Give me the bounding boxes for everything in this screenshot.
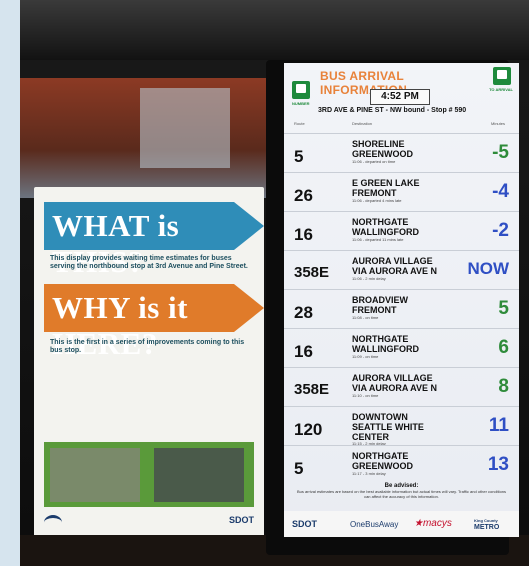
- bus-icon-label: NUMBER: [292, 101, 310, 106]
- arrival-row: 26 E GREEN LAKE FREMONT 11:06 - departed 4 …: [284, 172, 519, 216]
- destination-line-1: AURORA VILLAGE: [352, 256, 433, 266]
- destination-line-2: GREENWOOD: [352, 149, 414, 159]
- destination-line-1: DOWNTOWN: [352, 412, 408, 422]
- arrival-status: 11:17 - 3 min delay: [352, 471, 386, 476]
- arrival-row: 5 SHORELINE GREENWOOD 11:06 - departed on t…: [284, 133, 519, 177]
- route-number: 16: [294, 342, 313, 361]
- destination-line-1: BROADVIEW: [352, 295, 408, 305]
- minutes-to-arrival: NOW: [467, 259, 509, 278]
- why-is-it-here-banner: WHY is it HERE?: [44, 284, 264, 361]
- poster-text-1: This display provides waiting time estim…: [50, 255, 248, 270]
- route-number: 5: [294, 147, 304, 166]
- destination-line-2: WALLINGFORD: [352, 227, 419, 237]
- route-number: 16: [294, 225, 313, 244]
- col-route-header: Route: [294, 121, 305, 126]
- poster-sdot-logo: SDOT: [228, 515, 254, 525]
- destination-line-1: AURORA VILLAGE: [352, 373, 433, 383]
- destination-line-2: WALLINGFORD: [352, 344, 419, 354]
- destination: AURORA VILLAGE VIA AURORA AVE N: [352, 373, 472, 393]
- destination: AURORA VILLAGE VIA AURORA AVE N: [352, 256, 472, 276]
- minutes-to-arrival: 6: [498, 337, 509, 358]
- minutes-to-arrival: 8: [498, 376, 509, 397]
- arrival-row: 28 BROADVIEW FREMONT 11:08 - on time 5: [284, 289, 519, 333]
- destination-line-2: SEATTLE WHITE: [352, 422, 424, 432]
- macys-logo: ★macys: [414, 518, 452, 529]
- metro-logo-line1: King County: [474, 518, 498, 523]
- arrival-status: 11:06 - 2 min delay: [352, 276, 386, 281]
- arrival-status: 11:09 - on time: [352, 354, 379, 359]
- advisory: Be advised: Bus arrival estimates are ba…: [294, 483, 509, 499]
- arrival-row: 120 DOWNTOWN SEATTLE WHITE CENTER 11:15 - 2 …: [284, 406, 519, 450]
- minutes-to-arrival: 11: [488, 415, 509, 436]
- route-number: 28: [294, 303, 313, 322]
- destination: SHORELINE GREENWOOD: [352, 139, 472, 159]
- destination-line-2: VIA AURORA AVE N: [352, 383, 438, 393]
- arrival-status: 11:06 - departed 11 mins late: [352, 237, 404, 242]
- arrival-row: 358E AURORA VILLAGE VIA AURORA AVE N 11:10 …: [284, 367, 519, 411]
- sign-header: NUMBER TO ARRIVAL BUS ARRIVAL INFORMATIO…: [284, 63, 519, 127]
- destination: E GREEN LAKE FREMONT: [352, 178, 472, 198]
- destination-line-1: E GREEN LAKE: [352, 178, 420, 188]
- stop-name: 3RD AVE & PINE ST - NW bound - Stop # 59…: [318, 107, 467, 114]
- poster-photo-strip: [44, 442, 254, 507]
- what-is-this-banner: WHAT is THIS?: [44, 202, 264, 279]
- bus-stop-photo: [154, 448, 244, 502]
- route-number: 5: [294, 459, 304, 478]
- aerial-photo: [50, 448, 140, 502]
- minutes-to-arrival: 13: [487, 454, 509, 475]
- arrival-status: 11:10 - on time: [352, 393, 379, 398]
- route-number: 26: [294, 186, 313, 205]
- bus-shelter-awning: [20, 0, 529, 60]
- minutes-to-arrival: -4: [492, 181, 509, 202]
- bus-arrival-icon: [493, 67, 511, 85]
- arrival-status: 11:08 - on time: [352, 315, 379, 320]
- onebusaway-logo: OneBusAway: [350, 520, 399, 529]
- arrival-status: 11:06 - departed on time: [352, 159, 396, 164]
- destination-line-2: VIA AURORA AVE N: [352, 266, 438, 276]
- metro-logo-line2: METRO: [474, 524, 500, 531]
- arrival-row: 358E AURORA VILLAGE VIA AURORA AVE N 11:06 …: [284, 250, 519, 294]
- arrival-sign-screen: NUMBER TO ARRIVAL BUS ARRIVAL INFORMATIO…: [284, 63, 519, 537]
- destination: NORTHGATE GREENWOOD: [352, 451, 472, 471]
- minutes-to-arrival: 5: [498, 298, 509, 319]
- agency-logo-icon: [44, 515, 62, 530]
- arrival-row: 16 NORTHGATE WALLINGFORD 11:09 - on time 6: [284, 328, 519, 372]
- destination-line-1: SHORELINE: [352, 139, 405, 149]
- destination-line-2: GREENWOOD: [352, 461, 414, 471]
- current-time: 4:52 PM: [370, 89, 430, 105]
- advisory-text: Bus arrival estimates are based on the b…: [296, 489, 507, 499]
- col-destination-header: Destination: [352, 121, 373, 126]
- sdot-logo: SDOT: [292, 519, 318, 529]
- destination-line-1: NORTHGATE: [352, 451, 409, 461]
- destination-line-2: FREMONT: [352, 305, 397, 315]
- route-number: 358E: [294, 264, 330, 281]
- arrival-status: 11:06 - departed 4 mins late: [352, 198, 402, 203]
- arrival-row: 16 NORTHGATE WALLINGFORD 11:06 - departed 1…: [284, 211, 519, 255]
- destination-line-1: NORTHGATE: [352, 217, 409, 227]
- poster-logos: SDOT: [44, 515, 254, 531]
- street-view-through-window: [20, 78, 270, 198]
- destination-line-2: FREMONT: [352, 188, 397, 198]
- minutes-to-arrival: -2: [492, 220, 509, 241]
- info-poster: WHAT is THIS? This display provides wait…: [34, 187, 264, 537]
- king-county-metro-logo: King County METRO: [474, 517, 499, 531]
- minutes-to-arrival: -5: [492, 142, 509, 163]
- destination-line-1: NORTHGATE: [352, 334, 409, 344]
- route-number: 358E: [294, 381, 330, 398]
- arrival-icon-label: TO ARRIVAL: [489, 87, 513, 92]
- route-number: 120: [294, 420, 323, 439]
- destination: NORTHGATE WALLINGFORD: [352, 217, 472, 237]
- destination: BROADVIEW FREMONT: [352, 295, 472, 315]
- destination: NORTHGATE WALLINGFORD: [352, 334, 472, 354]
- bus-icon: [292, 81, 310, 99]
- poster-text-2: This is the first in a series of improve…: [50, 339, 245, 354]
- destination: DOWNTOWN SEATTLE WHITE CENTER: [352, 412, 472, 442]
- sponsor-footer: SDOT OneBusAway ★macys King County METRO: [284, 511, 519, 537]
- col-minutes-header: Minutes: [490, 121, 505, 126]
